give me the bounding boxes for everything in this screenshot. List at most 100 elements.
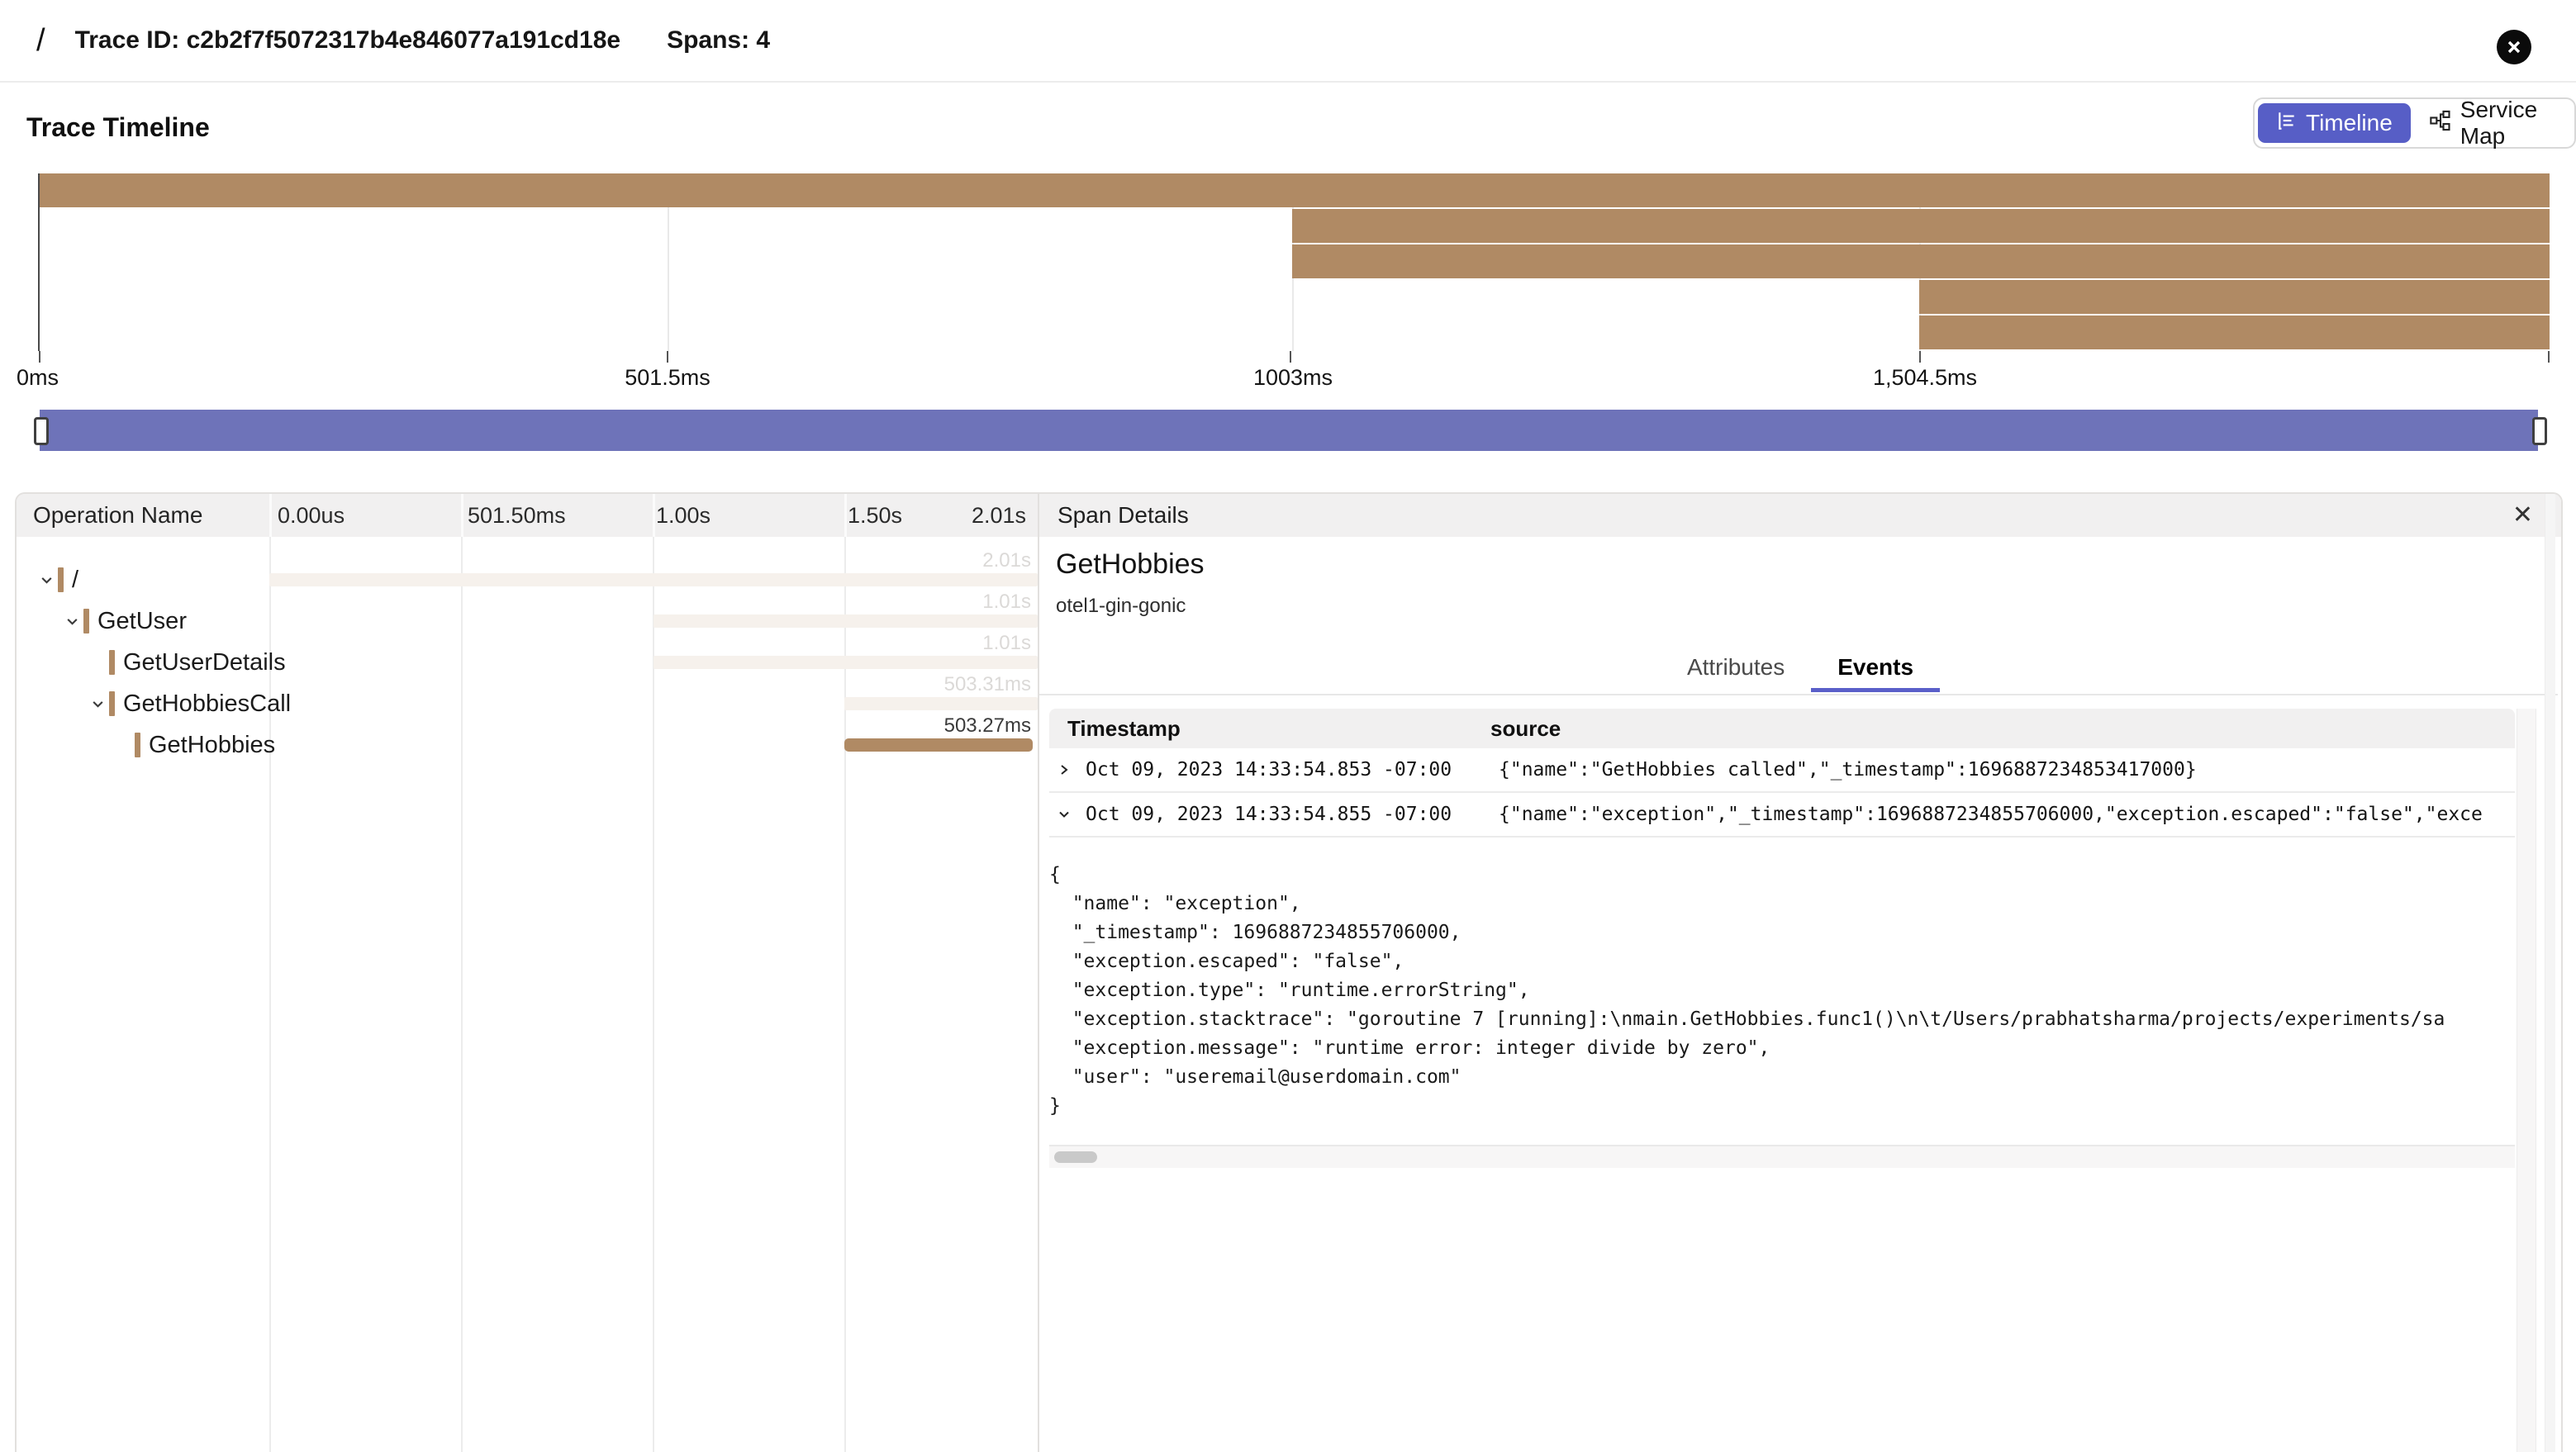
timeline-icon — [2276, 110, 2298, 137]
header-separator — [461, 494, 463, 537]
event-source: {"name":"exception","_timestamp":1696887… — [1499, 804, 2515, 825]
axis-label-0ms: 0ms — [17, 365, 59, 391]
event-timestamp: Oct 09, 2023 14:33:54.853 -07:00 — [1086, 759, 1499, 781]
minimap-span-getuser[interactable] — [1292, 209, 2550, 243]
tree-row-label: GetHobbiesCall — [123, 690, 291, 718]
span-details-header: Span Details ✕ — [1039, 494, 2561, 537]
minimap-span-gethobbiescall[interactable] — [1919, 280, 2550, 314]
tabs-divider — [1039, 694, 2558, 695]
slider-handle-left[interactable] — [34, 417, 49, 445]
close-icon — [2506, 39, 2522, 55]
header-separator — [269, 494, 272, 537]
column-header-source: source — [1490, 716, 2515, 742]
span-duration-label: 1.01s — [269, 633, 1038, 654]
tree-row-getuser[interactable]: GetUser — [65, 600, 187, 642]
axis-tick — [1919, 351, 1921, 363]
gantt-row-getuser: 1.01s — [269, 591, 1038, 633]
view-toggle: Timeline Service Map — [2253, 97, 2576, 149]
gantt-row-getuserdetails: 1.01s — [269, 633, 1038, 674]
tree-row-gethobbies[interactable]: GetHobbies — [116, 724, 275, 766]
span-color-bar — [58, 567, 64, 592]
selected-span-service: otel1-gin-gonic — [1056, 595, 1186, 618]
route-label: / — [36, 23, 45, 59]
minimap-span-getuserdetails[interactable] — [1292, 244, 2550, 278]
top-bar: / Trace ID: c2b2f7f5072317b4e846077a191c… — [0, 0, 2576, 83]
tab-events[interactable]: Events — [1837, 648, 1913, 687]
horizontal-scrollbar[interactable] — [1049, 1145, 2515, 1168]
tree-row-label: GetUser — [97, 608, 187, 635]
selected-span-name: GetHobbies — [1056, 548, 1205, 581]
span-bar-getuser[interactable] — [654, 614, 1038, 628]
time-range-slider[interactable] — [40, 410, 2538, 451]
span-details-close-button[interactable]: ✕ — [2512, 503, 2533, 528]
span-count-label: Spans: 4 — [667, 26, 770, 55]
trace-timeline-title: Trace Timeline — [26, 112, 210, 143]
gantt-tick-4: 2.01s — [950, 494, 1026, 537]
trace-id-label: Trace ID: c2b2f7f5072317b4e846077a191cd1… — [75, 26, 621, 55]
span-bar-getuserdetails[interactable] — [654, 656, 1038, 669]
axis-label-1003ms: 1003ms — [1253, 365, 1333, 391]
timeline-button-label: Timeline — [2306, 110, 2393, 136]
event-row-2[interactable]: Oct 09, 2023 14:33:54.855 -07:00 {"name"… — [1049, 793, 2515, 838]
timeline-view-button[interactable]: Timeline — [2258, 103, 2411, 143]
span-details-tabs: Attributes Events — [1039, 646, 2561, 689]
span-bar-root[interactable] — [269, 573, 1038, 586]
tree-row-label: GetUserDetails — [123, 649, 286, 676]
tree-row-label: / — [72, 567, 78, 594]
events-table-header: Timestamp source — [1049, 709, 2515, 748]
axis-label-501ms: 501.5ms — [625, 365, 711, 391]
chevron-down-icon[interactable] — [1049, 808, 1086, 821]
trace-minimap — [40, 173, 2550, 351]
tree-row-label: GetHobbies — [149, 732, 275, 759]
span-duration-label: 2.01s — [269, 550, 1038, 572]
gantt-row-gethobbies: 503.27ms — [269, 715, 1038, 757]
span-color-bar — [83, 609, 89, 633]
gantt-row-root: 2.01s — [269, 550, 1038, 591]
gantt-row-gethobbiescall: 503.31ms — [269, 674, 1038, 715]
close-trace-button[interactable] — [2497, 30, 2531, 64]
tree-row-getuserdetails[interactable]: GetUserDetails — [91, 642, 286, 683]
trace-detail-page: / Trace ID: c2b2f7f5072317b4e846077a191c… — [0, 0, 2576, 1452]
pane-divider — [1038, 494, 1039, 1452]
span-bar-gethobbiescall[interactable] — [844, 697, 1038, 710]
axis-tick — [39, 351, 40, 363]
gantt-tick-2: 1.00s — [656, 494, 711, 537]
span-color-bar — [109, 691, 115, 716]
events-table: Timestamp source Oct 09, 2023 14:33:54.8… — [1049, 709, 2515, 838]
header-separator — [844, 494, 847, 537]
axis-tick — [667, 351, 668, 363]
chevron-down-icon[interactable] — [40, 573, 58, 587]
tree-row-root[interactable]: / — [40, 559, 78, 600]
span-duration-label: 503.27ms — [269, 715, 1038, 737]
event-row-1[interactable]: Oct 09, 2023 14:33:54.853 -07:00 {"name"… — [1049, 748, 2515, 793]
axis-tick — [2548, 351, 2550, 363]
event-timestamp: Oct 09, 2023 14:33:54.855 -07:00 — [1086, 804, 1499, 825]
gantt-tick-0: 0.00us — [278, 494, 345, 537]
chevron-right-icon[interactable] — [1049, 763, 1086, 776]
span-bar-gethobbies[interactable] — [844, 738, 1034, 752]
gantt-tick-1: 501.50ms — [468, 494, 566, 537]
column-header-timestamp: Timestamp — [1049, 716, 1490, 742]
tab-attributes[interactable]: Attributes — [1687, 648, 1785, 687]
slider-handle-right[interactable] — [2532, 417, 2547, 445]
span-details-title: Span Details — [1057, 502, 1189, 529]
chevron-down-icon[interactable] — [65, 614, 83, 629]
tree-row-gethobbiescall[interactable]: GetHobbiesCall — [91, 683, 291, 724]
service-map-view-button[interactable]: Service Map — [2411, 103, 2571, 143]
axis-label-1504ms: 1,504.5ms — [1873, 365, 1977, 391]
service-map-icon — [2429, 109, 2452, 138]
minimap-span-root[interactable] — [40, 173, 2550, 207]
horizontal-scrollbar-thumb[interactable] — [1054, 1151, 1097, 1163]
minimap-span-gethobbies[interactable] — [1919, 316, 2550, 349]
chevron-down-icon[interactable] — [91, 697, 109, 711]
events-vertical-scrollbar[interactable] — [2517, 709, 2536, 1452]
span-color-bar — [109, 650, 115, 675]
gantt-tick-3: 1.50s — [848, 494, 902, 537]
span-color-bar — [135, 733, 140, 757]
service-map-button-label: Service Map — [2460, 97, 2553, 149]
span-duration-label: 1.01s — [269, 591, 1038, 613]
span-duration-label: 503.31ms — [269, 674, 1038, 695]
event-source: {"name":"GetHobbies called","_timestamp"… — [1499, 759, 2515, 781]
axis-tick — [1290, 351, 1291, 363]
panel-vertical-scrollbar[interactable] — [2545, 494, 2555, 1452]
